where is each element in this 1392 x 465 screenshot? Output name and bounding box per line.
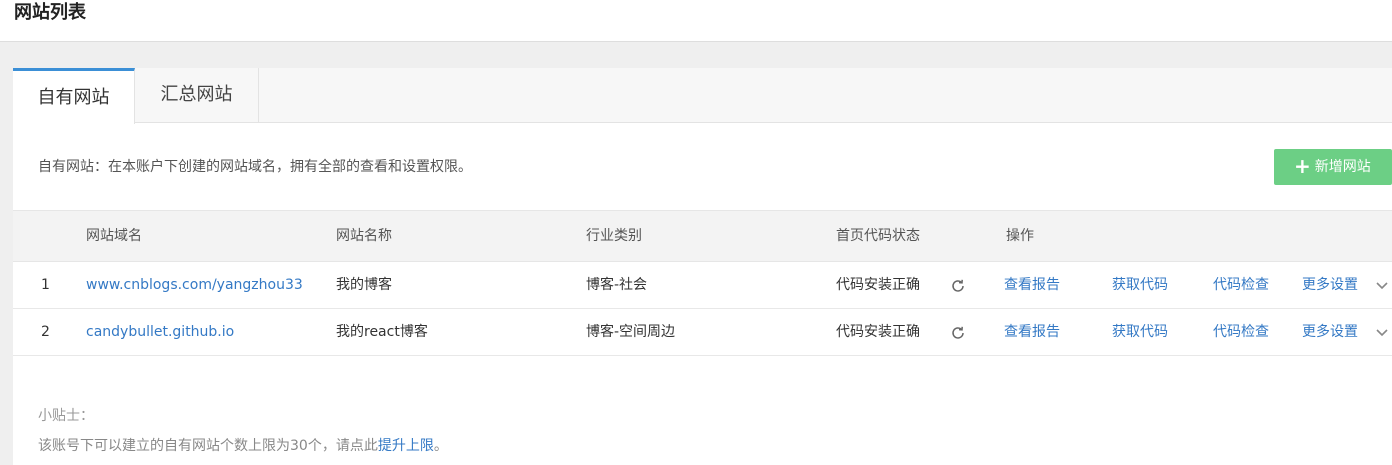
column-header-code-status: 首页代码状态: [836, 228, 920, 244]
refresh-icon[interactable]: [950, 325, 966, 341]
table-row: 2 candybullet.github.io 我的react博客 博客-空间周…: [13, 309, 1392, 356]
tab-description: 自有网站：在本账户下创建的网站域名，拥有全部的查看和设置权限。: [38, 159, 472, 175]
tips-text: 该账号下可以建立的自有网站个数上限为30个，请点此提升上限。: [38, 437, 448, 455]
column-header-actions: 操作: [1006, 228, 1034, 244]
chevron-down-icon[interactable]: [1375, 325, 1389, 339]
site-list-panel: 自有网站 汇总网站 自有网站：在本账户下创建的网站域名，拥有全部的查看和设置权限…: [13, 68, 1392, 465]
get-code-link[interactable]: 获取代码: [1112, 262, 1168, 308]
page-title: 网站列表: [14, 2, 86, 23]
view-report-link[interactable]: 查看报告: [1004, 309, 1060, 355]
topbar: 网站列表: [0, 0, 1392, 42]
refresh-icon[interactable]: [950, 278, 966, 294]
more-settings-link[interactable]: 更多设置: [1302, 262, 1358, 308]
tips-text-after: 。: [433, 438, 448, 454]
column-header-category: 行业类别: [586, 228, 642, 244]
site-name: 我的博客: [336, 277, 392, 293]
code-status: 代码安装正确: [836, 324, 920, 340]
tips-text-before: 该账号下可以建立的自有网站个数上限为30个，请点此: [38, 438, 378, 454]
column-header-domain: 网站域名: [86, 228, 142, 244]
get-code-link[interactable]: 获取代码: [1112, 309, 1168, 355]
site-name: 我的react博客: [336, 324, 428, 340]
chevron-down-icon[interactable]: [1375, 278, 1389, 292]
site-domain-link[interactable]: candybullet.github.io: [86, 309, 234, 355]
plus-icon: +: [1294, 154, 1311, 178]
site-category: 博客-空间周边: [586, 324, 676, 340]
add-site-button[interactable]: + 新增网站: [1274, 149, 1392, 185]
view-report-link[interactable]: 查看报告: [1004, 262, 1060, 308]
raise-limit-link[interactable]: 提升上限: [378, 438, 434, 454]
tab-own-sites[interactable]: 自有网站: [13, 68, 135, 124]
check-code-link[interactable]: 代码检查: [1213, 262, 1269, 308]
check-code-link[interactable]: 代码检查: [1213, 309, 1269, 355]
tab-summary-sites[interactable]: 汇总网站: [135, 68, 259, 123]
tab-bar: 自有网站 汇总网站: [13, 68, 1392, 124]
row-index: 2: [41, 324, 50, 340]
add-site-label: 新增网站: [1314, 159, 1371, 175]
code-status: 代码安装正确: [836, 277, 920, 293]
site-domain-link[interactable]: www.cnblogs.com/yangzhou33: [86, 262, 303, 308]
tips-title: 小贴士：: [38, 408, 94, 424]
row-index: 1: [41, 277, 50, 293]
table-header: 网站域名 网站名称 行业类别 首页代码状态 操作: [13, 210, 1392, 262]
site-category: 博客-社会: [586, 277, 648, 293]
table-row: 1 www.cnblogs.com/yangzhou33 我的博客 博客-社会 …: [13, 262, 1392, 309]
more-settings-link[interactable]: 更多设置: [1302, 309, 1358, 355]
column-header-site-name: 网站名称: [336, 228, 392, 244]
